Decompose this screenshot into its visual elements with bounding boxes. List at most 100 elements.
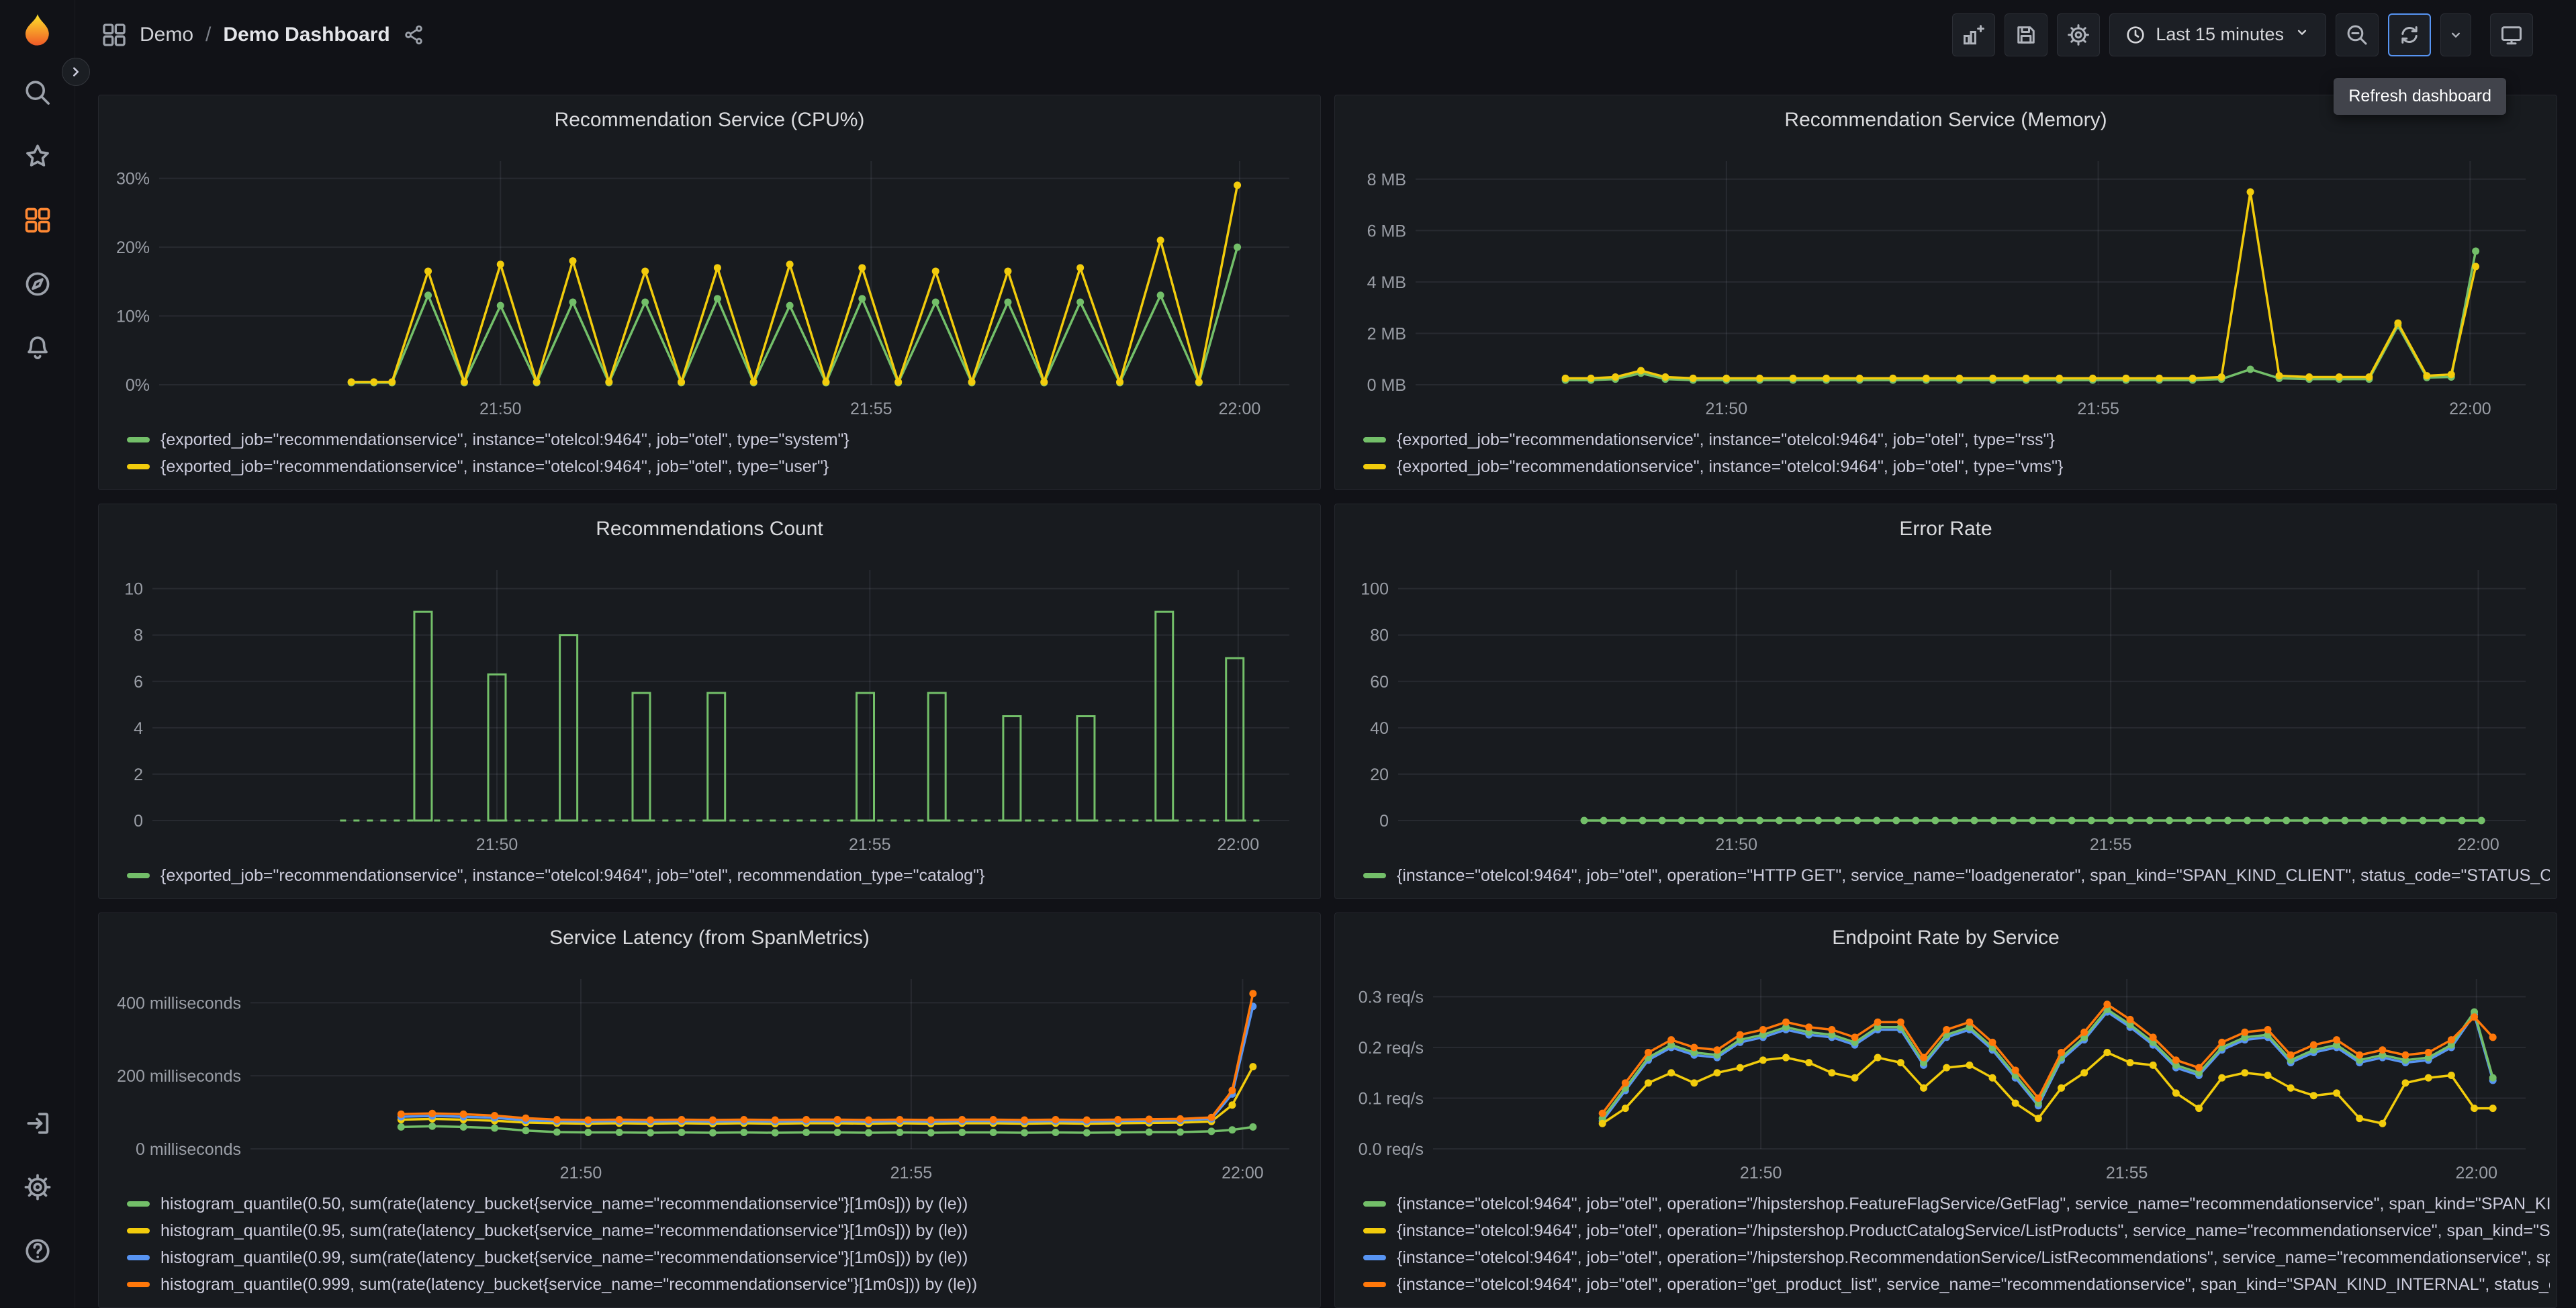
save-dashboard-button[interactable]: [2005, 13, 2048, 56]
legend-item[interactable]: {exported_job="recommendationservice", i…: [127, 426, 1314, 453]
panel-recommendation-cpu: Recommendation Service (CPU%) 0% 10% 20% 30…: [98, 95, 1321, 490]
breadcrumb-root[interactable]: Demo: [140, 24, 193, 46]
panel-title[interactable]: Recommendation Service (CPU%): [99, 99, 1320, 141]
chart-recommendations-count[interactable]: 0 2 4 6 8 10 21:50 21:55 22:00: [104, 550, 1308, 859]
chart-recommendation-cpu[interactable]: 0% 10% 20% 30% 21:50 21:55 22:00: [104, 141, 1308, 424]
sidebar-item-alerting[interactable]: [16, 326, 59, 369]
sidebar-expand-button[interactable]: [62, 58, 90, 86]
refresh-dashboard-button[interactable]: [2388, 13, 2431, 56]
grafana-logo[interactable]: [17, 11, 58, 52]
panel-title[interactable]: Service Latency (from SpanMetrics): [99, 917, 1320, 959]
svg-text:0 MB: 0 MB: [1367, 376, 1406, 395]
legend-item[interactable]: {instance="otelcol:9464", job="otel", op…: [1363, 862, 2550, 889]
chevron-down-icon: [2293, 24, 2311, 46]
legend-item[interactable]: {instance="otelcol:9464", job="otel", op…: [1363, 1217, 2550, 1244]
monitor-icon: [2501, 26, 2522, 44]
legend-item[interactable]: {exported_job="recommendationservice", i…: [127, 862, 1314, 889]
share-dashboard-button[interactable]: [402, 24, 425, 46]
legend-item[interactable]: histogram_quantile(0.95, sum(rate(latenc…: [127, 1217, 1314, 1244]
legend-marker: [127, 437, 150, 442]
svg-text:0: 0: [1379, 812, 1389, 831]
compass-icon: [26, 272, 49, 296]
svg-text:2 MB: 2 MB: [1367, 324, 1406, 343]
legend-item[interactable]: histogram_quantile(0.99, sum(rate(latenc…: [127, 1244, 1314, 1271]
chevron-right-icon: [73, 67, 79, 77]
chevron-down-icon: [2451, 32, 2460, 38]
sidebar-item-help[interactable]: [16, 1229, 59, 1272]
panel-recommendation-memory: Recommendation Service (Memory) 0 MB 2 MB…: [1334, 95, 2557, 490]
svg-text:80: 80: [1370, 626, 1389, 645]
legend-marker: [1363, 1255, 1386, 1260]
legend: histogram_quantile(0.50, sum(rate(latenc…: [99, 1188, 1320, 1302]
dashboard-grid: Recommendation Service (CPU%) 0% 10% 20% 30…: [75, 69, 2576, 1308]
legend-item[interactable]: histogram_quantile(0.999, sum(rate(laten…: [127, 1271, 1314, 1298]
svg-text:21:50: 21:50: [560, 1164, 602, 1182]
chart-endpoint-rate[interactable]: 0.0 req/s 0.1 req/s 0.2 req/s 0.3 req/s 21:5…: [1340, 959, 2544, 1188]
legend-marker: [1363, 437, 1386, 442]
panel-endpoint-rate: Endpoint Rate by Service 0.0 req/s 0.1 re…: [1334, 913, 2557, 1308]
legend-label: {exported_job="recommendationservice", i…: [160, 866, 985, 885]
chart-recommendation-memory[interactable]: 0 MB 2 MB 4 MB 6 MB 8 MB 21:50 21:55 22:00: [1340, 141, 2544, 424]
svg-text:21:50: 21:50: [1715, 835, 1757, 854]
svg-text:21:50: 21:50: [479, 400, 522, 418]
legend: {instance="otelcol:9464", job="otel", op…: [1335, 859, 2557, 893]
svg-text:20%: 20%: [116, 238, 150, 257]
time-range-label: Last 15 minutes: [2156, 24, 2284, 44]
legend-item[interactable]: {exported_job="recommendationservice", i…: [127, 453, 1314, 480]
legend-item[interactable]: {exported_job="recommendationservice", i…: [1363, 426, 2550, 453]
sidebar-item-explore[interactable]: [16, 263, 59, 306]
topbar: Demo / Demo Dashboard Last 15 minutes: [75, 0, 2576, 69]
svg-text:10%: 10%: [116, 308, 150, 326]
add-panel-button[interactable]: [1952, 13, 1996, 56]
legend-item[interactable]: histogram_quantile(0.50, sum(rate(latenc…: [127, 1190, 1314, 1217]
grafana-app: Demo / Demo Dashboard Last 15 minutes Re…: [0, 0, 2576, 1308]
zoom-out-icon: [2347, 25, 2367, 45]
legend-marker: [1363, 1282, 1386, 1287]
legend-item[interactable]: {instance="otelcol:9464", job="otel", op…: [1363, 1244, 2550, 1271]
sidebar-item-search[interactable]: [16, 71, 59, 114]
dashboard-settings-button[interactable]: [2057, 13, 2101, 56]
svg-text:10: 10: [124, 580, 143, 599]
star-icon: [26, 144, 49, 167]
svg-text:21:55: 21:55: [890, 1164, 933, 1182]
svg-text:6 MB: 6 MB: [1367, 222, 1406, 240]
panel-title[interactable]: Error Rate: [1335, 508, 2557, 550]
legend-marker: [127, 1228, 150, 1233]
bell-icon: [27, 336, 48, 359]
sidebar-item-dashboards[interactable]: [16, 199, 59, 242]
chart-service-latency[interactable]: 0 milliseconds 200 milliseconds 400 millis…: [104, 959, 1308, 1188]
svg-text:21:55: 21:55: [849, 835, 891, 854]
sidebar-item-settings[interactable]: [16, 1166, 59, 1209]
legend-item[interactable]: {exported_job="recommendationservice", i…: [1363, 453, 2550, 480]
zoom-out-time-button[interactable]: [2336, 13, 2379, 56]
legend-marker: [127, 1282, 150, 1287]
cycle-view-mode-button[interactable]: [2490, 13, 2533, 56]
panel-title[interactable]: Recommendations Count: [99, 508, 1320, 550]
breadcrumb-current: Demo Dashboard: [223, 23, 390, 46]
sidebar-item-starred[interactable]: [16, 135, 59, 178]
legend-label: {instance="otelcol:9464", job="otel", op…: [1397, 1248, 2550, 1267]
search-icon: [25, 81, 50, 105]
svg-text:22:00: 22:00: [1219, 400, 1261, 418]
main-area: Demo / Demo Dashboard Last 15 minutes Re…: [75, 0, 2576, 1308]
legend-label: histogram_quantile(0.999, sum(rate(laten…: [160, 1274, 978, 1294]
legend-item[interactable]: {instance="otelcol:9464", job="otel", op…: [1363, 1190, 2550, 1217]
legend-marker: [127, 873, 150, 878]
svg-text:22:00: 22:00: [2456, 1164, 2498, 1182]
sidebar-item-sign-in[interactable]: [16, 1102, 59, 1145]
legend-item[interactable]: {instance="otelcol:9464", job="otel", op…: [1363, 1271, 2550, 1298]
svg-text:40: 40: [1370, 719, 1389, 738]
add-panel-icon: [1964, 24, 1985, 44]
legend: {exported_job="recommendationservice", i…: [99, 424, 1320, 484]
panel-service-latency: Service Latency (from SpanMetrics) 0 mil…: [98, 913, 1321, 1308]
gear-icon: [24, 1174, 50, 1201]
chart-error-rate[interactable]: 0 20 40 60 80 100 21:50 21:55 22:00: [1340, 550, 2544, 859]
legend: {exported_job="recommendationservice", i…: [99, 859, 1320, 893]
svg-text:20: 20: [1370, 765, 1389, 784]
panel-title[interactable]: Endpoint Rate by Service: [1335, 917, 2557, 959]
topbar-actions: Last 15 minutes: [1952, 13, 2533, 56]
time-range-picker[interactable]: Last 15 minutes: [2109, 13, 2326, 56]
svg-text:200 milliseconds: 200 milliseconds: [117, 1067, 241, 1086]
svg-text:0.3 req/s: 0.3 req/s: [1359, 988, 1424, 1007]
refresh-interval-dropdown[interactable]: [2440, 13, 2471, 56]
